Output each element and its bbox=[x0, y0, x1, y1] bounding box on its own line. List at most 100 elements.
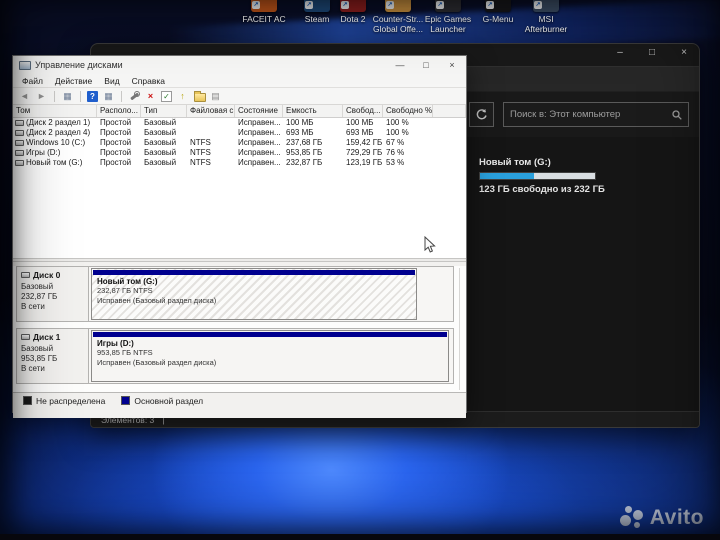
column-header[interactable]: Файловая с... bbox=[187, 105, 235, 117]
toolbar-separator bbox=[80, 90, 81, 102]
volume-icon bbox=[15, 160, 24, 166]
wrench-icon[interactable] bbox=[128, 90, 140, 102]
menubar: Файл Действие Вид Справка bbox=[13, 74, 466, 88]
maximize-button[interactable]: □ bbox=[645, 47, 659, 58]
monitor-bezel bbox=[0, 534, 720, 540]
toolbar-separator bbox=[54, 90, 55, 102]
disk-management-window: Управление дисками — □ × Файл Действие В… bbox=[12, 55, 467, 418]
partition-games-d[interactable]: Игры (D:) 953,85 ГБ NTFS Исправен (Базов… bbox=[91, 330, 449, 382]
console-window-icon[interactable]: ▦ bbox=[61, 90, 74, 102]
column-header[interactable]: Свобод... bbox=[343, 105, 383, 117]
volume-icon bbox=[15, 140, 24, 146]
mouse-cursor bbox=[424, 236, 436, 253]
disk-0-block: Диск 0 Базовый 232,87 ГБ В сети Новый то… bbox=[16, 266, 454, 322]
avito-watermark: Avito bbox=[619, 506, 704, 530]
search-input[interactable]: Поиск в: Этот компьютер bbox=[510, 109, 672, 120]
maximize-button[interactable]: □ bbox=[420, 60, 432, 70]
volume-icon bbox=[15, 130, 24, 136]
desktop-icon-msi-afterburner[interactable]: ↗ MSI Afterburner bbox=[517, 0, 575, 34]
legend: Не распределена Основной раздел bbox=[13, 392, 466, 408]
graphical-view: Диск 0 Базовый 232,87 ГБ В сети Новый то… bbox=[13, 266, 466, 392]
disk-icon bbox=[21, 272, 30, 278]
menu-action[interactable]: Действие bbox=[50, 74, 97, 87]
search-box[interactable]: Поиск в: Этот компьютер bbox=[503, 102, 689, 127]
properties-icon[interactable]: ▤ bbox=[209, 90, 222, 102]
pane-splitter[interactable] bbox=[13, 259, 466, 262]
shortcut-arrow-icon: ↗ bbox=[534, 1, 542, 9]
volume-list-header: Том Располо... Тип Файловая с... Состоян… bbox=[13, 105, 466, 118]
menu-file[interactable]: Файл bbox=[17, 74, 48, 87]
window-bottom-edge bbox=[13, 408, 466, 418]
desktop: ↗ FACEIT AC ↗ Steam ↗ Dota 2 ↗ Counter-S… bbox=[0, 0, 720, 540]
table-row[interactable]: Windows 10 (C:) Простой Базовый NTFS Исп… bbox=[13, 138, 466, 148]
volume-icon bbox=[15, 150, 24, 156]
scrollbar[interactable] bbox=[459, 268, 460, 390]
legend-primary-partition: Основной раздел bbox=[121, 396, 203, 406]
close-button[interactable]: × bbox=[446, 60, 458, 70]
back-icon[interactable]: ◄ bbox=[18, 90, 31, 102]
disk-0-label[interactable]: Диск 0 Базовый 232,87 ГБ В сети bbox=[17, 267, 89, 321]
toolbar: ◄ ► ▦ ? ▦ × ✓ ↑ ▤ bbox=[13, 88, 466, 105]
help-icon[interactable]: ? bbox=[87, 90, 98, 102]
column-header[interactable]: Тип bbox=[141, 105, 187, 117]
shortcut-arrow-icon: ↗ bbox=[341, 1, 349, 9]
column-header[interactable]: Располо... bbox=[97, 105, 141, 117]
csgo-icon: ↗ bbox=[385, 0, 411, 12]
up-arrow-icon[interactable]: ↑ bbox=[176, 90, 189, 102]
drive-capacity-fill bbox=[480, 173, 535, 179]
menu-view[interactable]: Вид bbox=[99, 74, 124, 87]
gmenu-icon: ↗ bbox=[485, 0, 511, 12]
partition-type-bar bbox=[93, 270, 415, 275]
drive-free-space: 123 ГБ свободно из 232 ГБ bbox=[479, 184, 605, 195]
table-row[interactable]: (Диск 2 раздел 4) Простой Базовый Исправ… bbox=[13, 128, 466, 138]
minimize-button[interactable]: – bbox=[613, 47, 627, 58]
disk-icon bbox=[21, 334, 30, 340]
export-list-icon[interactable]: ▦ bbox=[102, 90, 115, 102]
desktop-icon-faceit[interactable]: ↗ FACEIT AC bbox=[235, 0, 293, 24]
shortcut-arrow-icon: ↗ bbox=[436, 1, 444, 9]
volume-list: Том Располо... Тип Файловая с... Состоян… bbox=[13, 105, 466, 259]
column-header[interactable]: Том bbox=[13, 105, 97, 117]
legend-unallocated: Не распределена bbox=[23, 396, 105, 406]
shortcut-arrow-icon: ↗ bbox=[252, 1, 260, 9]
shortcut-arrow-icon: ↗ bbox=[305, 1, 313, 9]
column-header-filler bbox=[433, 105, 466, 117]
column-header[interactable]: Состояние bbox=[235, 105, 283, 117]
drive-item[interactable]: Новый том (G:) 123 ГБ свободно из 232 ГБ bbox=[479, 157, 699, 195]
shortcut-arrow-icon: ↗ bbox=[386, 1, 394, 9]
shortcut-arrow-icon: ↗ bbox=[486, 1, 494, 9]
avito-logo-icon bbox=[619, 506, 644, 530]
partition-type-bar bbox=[93, 332, 447, 337]
folder-icon[interactable] bbox=[193, 90, 206, 102]
column-header[interactable]: Свободно % bbox=[383, 105, 433, 117]
minimize-button[interactable]: — bbox=[394, 60, 406, 70]
volume-icon bbox=[15, 120, 24, 126]
table-row[interactable]: Игры (D:) Простой Базовый NTFS Исправен.… bbox=[13, 148, 466, 158]
window-title: Управление дисками bbox=[35, 60, 123, 70]
check-icon[interactable]: ✓ bbox=[161, 90, 172, 102]
close-button[interactable]: × bbox=[677, 47, 691, 58]
delete-icon[interactable]: × bbox=[144, 90, 157, 102]
disk-management-titlebar[interactable]: Управление дисками — □ × bbox=[13, 56, 466, 74]
menu-help[interactable]: Справка bbox=[127, 74, 170, 87]
disk-1-block: Диск 1 Базовый 953,85 ГБ В сети Игры (D:… bbox=[16, 328, 454, 384]
refresh-icon bbox=[476, 109, 487, 120]
table-row[interactable]: (Диск 2 раздел 1) Простой Базовый Исправ… bbox=[13, 118, 466, 128]
forward-icon[interactable]: ► bbox=[35, 90, 48, 102]
legend-color-swatch bbox=[23, 396, 32, 405]
refresh-button[interactable] bbox=[469, 102, 494, 127]
legend-color-swatch bbox=[121, 396, 131, 405]
faceit-icon: ↗ bbox=[251, 0, 277, 12]
dota2-icon: ↗ bbox=[340, 0, 366, 12]
avito-text: Avito bbox=[649, 506, 704, 529]
desktop-icon-label: FACEIT AC bbox=[242, 14, 286, 24]
column-header[interactable]: Емкость bbox=[283, 105, 343, 117]
epic-games-icon: ↗ bbox=[435, 0, 461, 12]
table-row[interactable]: Новый том (G:) Простой Базовый NTFS Испр… bbox=[13, 158, 466, 168]
desktop-icon-label: MSI Afterburner bbox=[524, 14, 568, 34]
disk-1-label[interactable]: Диск 1 Базовый 953,85 ГБ В сети bbox=[17, 329, 89, 383]
toolbar-separator bbox=[121, 90, 122, 102]
partition-new-volume-g[interactable]: Новый том (G:) 232,87 ГБ NTFS Исправен (… bbox=[91, 268, 417, 320]
msi-afterburner-icon: ↗ bbox=[533, 0, 559, 12]
drive-capacity-bar bbox=[479, 172, 596, 180]
